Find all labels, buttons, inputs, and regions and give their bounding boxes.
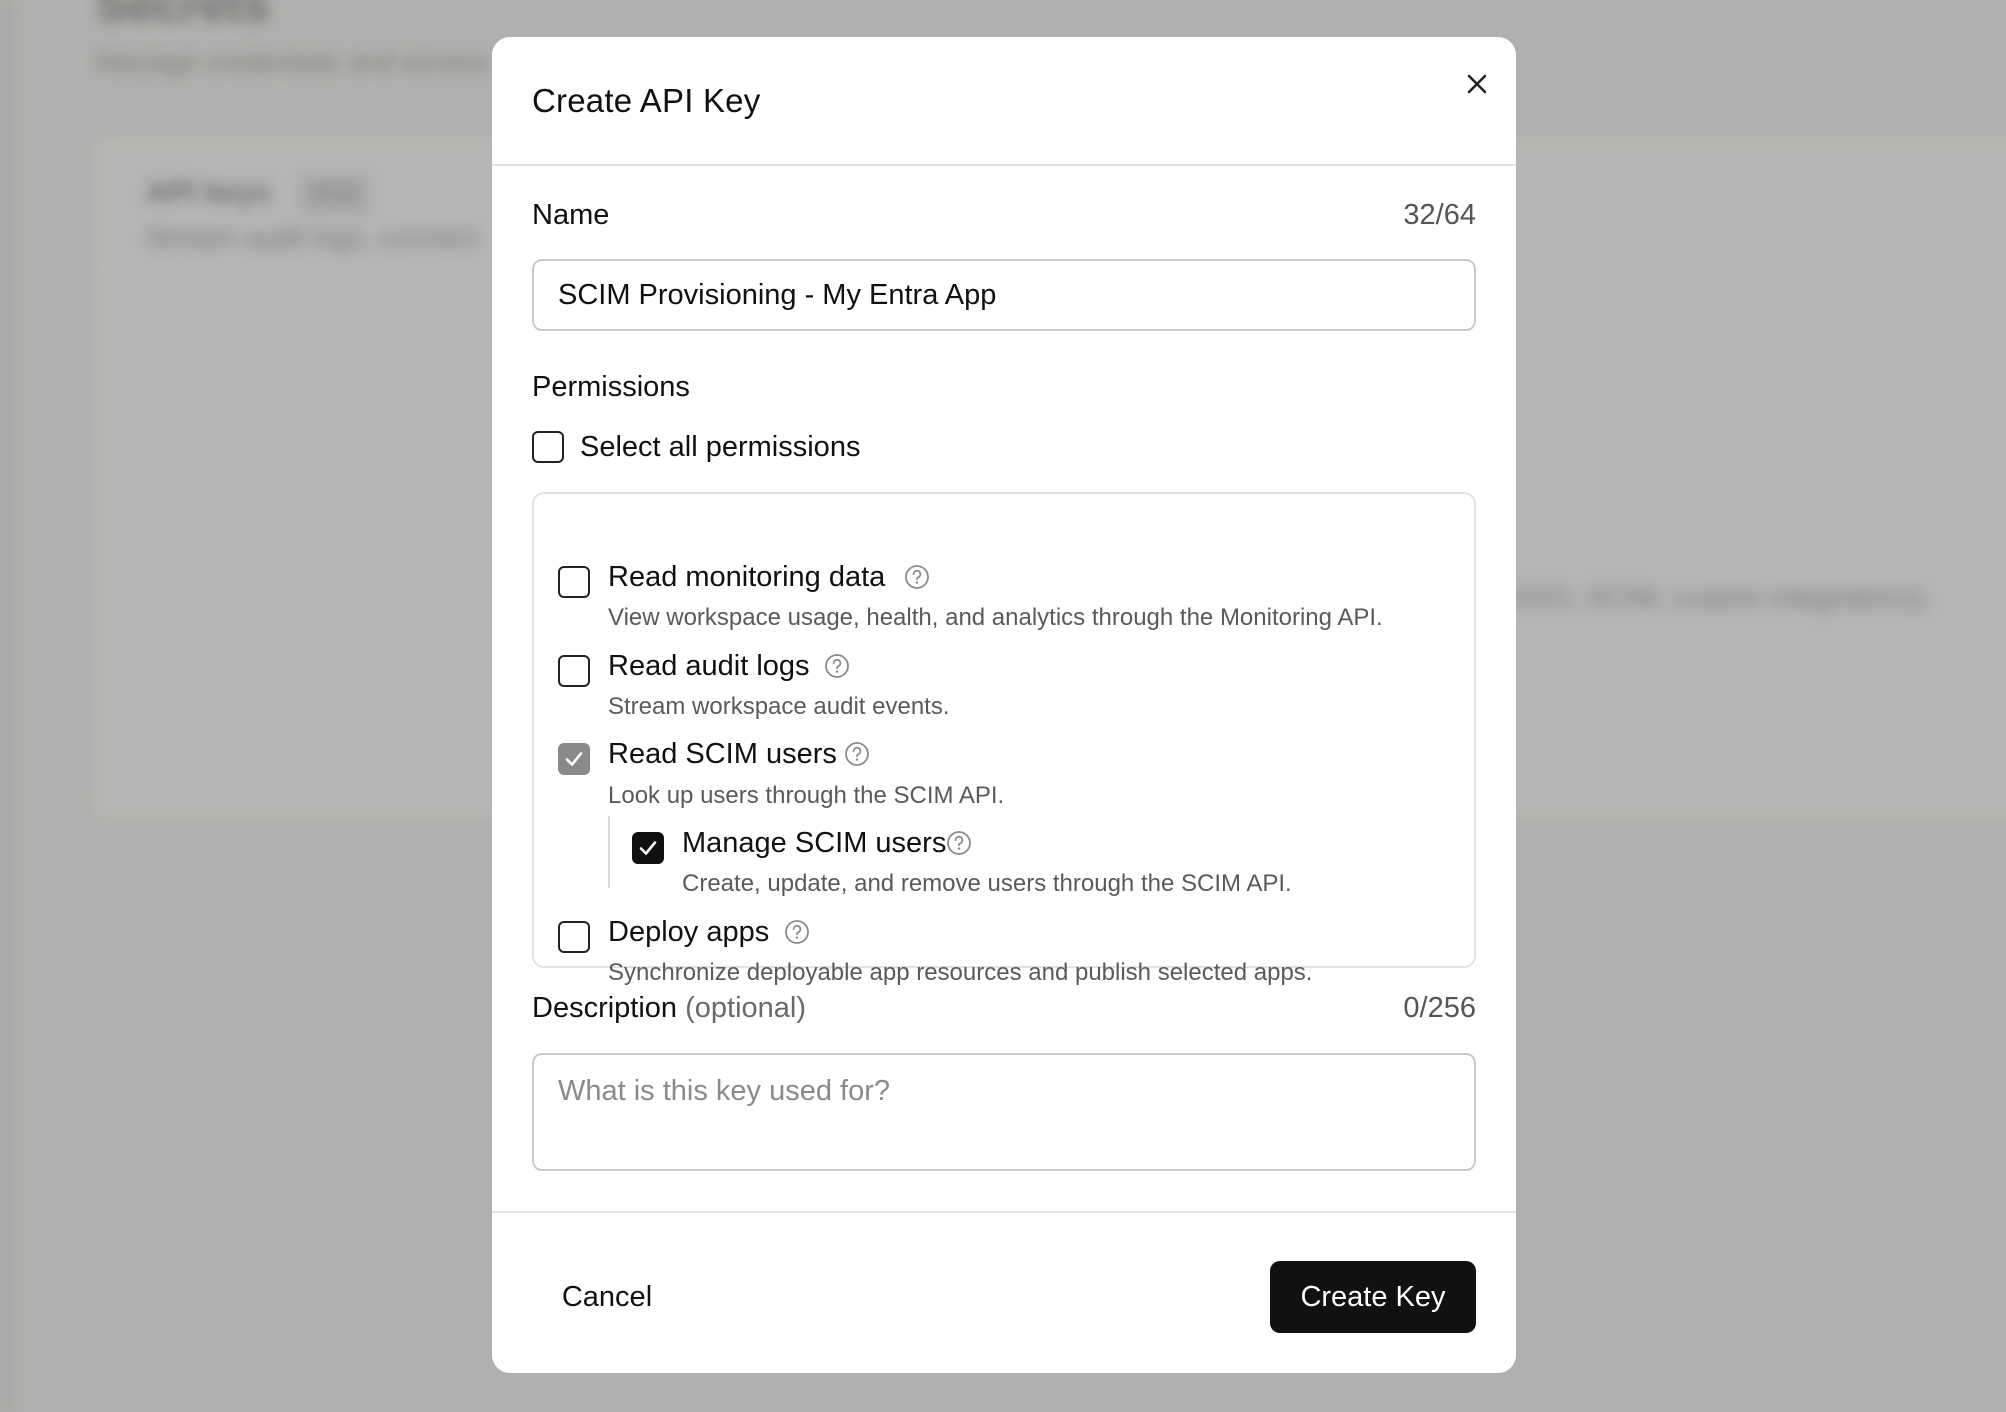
description-textarea[interactable]	[532, 1053, 1476, 1171]
help-icon[interactable]	[904, 564, 930, 590]
description-label-text: Description	[532, 992, 678, 1024]
dialog-header: Create API Key	[492, 37, 1516, 166]
permission-title[interactable]: Read monitoring data	[608, 561, 885, 594]
permission-checkbox-read-monitoring-data[interactable]	[558, 566, 590, 598]
nested-indent-line	[608, 816, 610, 888]
permission-description: View workspace usage, health, and analyt…	[608, 604, 1383, 631]
description-character-counter: 0/256	[1403, 992, 1476, 1024]
permission-checkbox-manage-scim-users[interactable]	[632, 832, 664, 864]
dialog-title: Create API Key	[532, 82, 761, 119]
background-card-description: Stream audit logs, connect	[146, 222, 478, 253]
permissions-list: Read monitoring data View workspace usag…	[532, 492, 1476, 986]
help-icon[interactable]	[784, 919, 810, 945]
permission-title[interactable]: Read SCIM users	[608, 738, 837, 771]
checkmark-icon	[639, 841, 657, 855]
permission-title[interactable]: Read audit logs	[608, 650, 810, 683]
permission-description: Stream workspace audit events.	[608, 693, 950, 720]
background-sidebar	[0, 0, 14, 1412]
close-button[interactable]	[1452, 59, 1502, 109]
permission-checkbox-read-scim-users[interactable]	[558, 743, 590, 775]
help-icon[interactable]	[824, 653, 850, 679]
background-card-badge: 0/10	[300, 174, 370, 214]
background-page-title: Secrets	[96, 0, 270, 32]
permission-checkbox-deploy-apps[interactable]	[558, 921, 590, 953]
permission-title[interactable]: Deploy apps	[608, 916, 769, 949]
permission-description: Synchronize deployable app resources and…	[608, 959, 1313, 986]
create-api-key-dialog: Create API Key Name 32/64 Permissions Se…	[492, 37, 1516, 1373]
permission-description: Create, update, and remove users through…	[682, 870, 1292, 897]
close-icon	[1467, 74, 1487, 94]
help-icon[interactable]	[946, 830, 972, 856]
name-character-counter: 32/64	[1403, 199, 1476, 231]
permission-checkbox-read-audit-logs[interactable]	[558, 655, 590, 687]
checkmark-icon	[565, 752, 583, 766]
permission-description: Look up users through the SCIM API.	[608, 782, 1005, 809]
background-card-text: SSO, SCIM, custom integrations).	[1512, 582, 1933, 613]
select-all-checkbox[interactable]	[532, 431, 564, 463]
create-key-button[interactable]: Create Key	[1270, 1261, 1476, 1333]
cancel-button[interactable]: Cancel	[532, 1261, 682, 1333]
description-optional-hint: (optional)	[685, 992, 807, 1024]
permissions-label: Permissions	[532, 371, 690, 403]
background-card-title: API keys	[146, 176, 272, 209]
permission-title[interactable]: Manage SCIM users	[682, 827, 946, 860]
select-all-label[interactable]: Select all permissions	[580, 431, 860, 464]
description-label: Description (optional)	[532, 992, 806, 1025]
background-page-subtitle: Manage credentials and access	[96, 46, 490, 77]
help-icon[interactable]	[844, 741, 870, 767]
name-label: Name	[532, 199, 610, 231]
dialog-footer: Cancel Create Key	[492, 1211, 1516, 1373]
name-input[interactable]	[532, 259, 1476, 331]
